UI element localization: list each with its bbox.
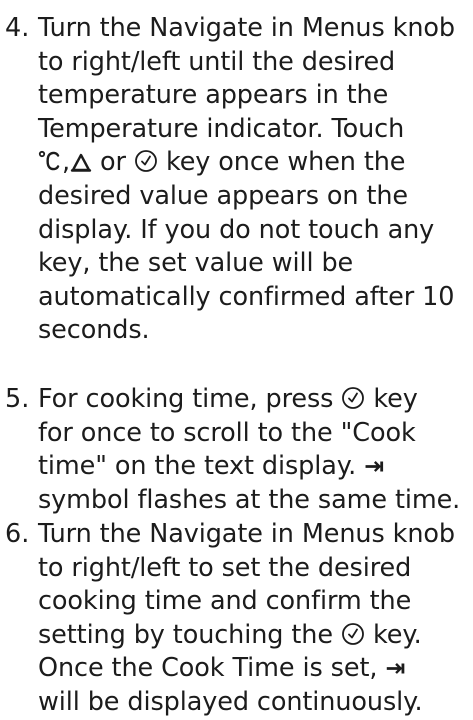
- clock-icon: [341, 386, 365, 410]
- instruction-page: 4. Turn the Navigate in Menus knob to ri…: [0, 0, 473, 717]
- step-line-with-icons: For cooking time, press key: [38, 383, 460, 417]
- step-line: desired value appears on the: [38, 180, 409, 211]
- step-5: 5. For cooking time, press key for once …: [0, 383, 460, 517]
- step-line: Turn the Navigate in Menus knob: [38, 13, 455, 43]
- step-line: cooking time and confirm the: [38, 586, 412, 617]
- step-text: For cooking time, press: [38, 384, 334, 414]
- step-text: key.: [372, 619, 422, 650]
- comma-text: ,: [62, 147, 71, 178]
- step-line: key, the set value will be: [38, 248, 354, 279]
- step-line-with-icons: time" on the text display. ⇥: [38, 450, 460, 484]
- step-line: temperature appears in the: [38, 80, 389, 111]
- step-line: for once to scroll to the "Cook: [38, 417, 416, 448]
- step-line: display. If you do not touch any: [38, 214, 435, 245]
- clock-icon: [341, 622, 365, 646]
- step-line: to right/left until the desired: [38, 46, 396, 77]
- or-text: or: [100, 147, 126, 178]
- step-line-with-icons: setting by touching the key.: [38, 619, 455, 653]
- step-line: automatically confirmed after 10: [38, 281, 455, 312]
- cook-time-arrow-icon: ⇥: [364, 452, 385, 481]
- step-line-with-icons: , or key once when the: [38, 146, 455, 180]
- clock-icon: [134, 149, 158, 173]
- step-text: key once when the: [165, 147, 406, 178]
- step-text: key: [373, 384, 418, 414]
- step-4: 4. Turn the Navigate in Menus knob to ri…: [0, 12, 455, 348]
- step-line: symbol flashes at the same time.: [38, 484, 461, 515]
- step-line: Turn the Navigate in Menus knob: [38, 519, 455, 549]
- step-6: 6. Turn the Navigate in Menus knob to ri…: [0, 518, 455, 720]
- step-line-with-icons: Once the Cook Time is set, ⇥: [38, 652, 455, 686]
- bell-icon: [70, 151, 92, 173]
- step-number: 6.: [5, 519, 30, 549]
- step-text: time" on the text display.: [38, 451, 357, 482]
- cook-time-arrow-icon: ⇥: [385, 654, 406, 683]
- step-text: setting by touching the: [38, 619, 333, 650]
- temperature-celsius-icon: [38, 149, 62, 173]
- step-text: Once the Cook Time is set,: [38, 653, 378, 684]
- step-line: Temperature indicator. Touch: [38, 113, 405, 144]
- step-number: 4.: [5, 13, 30, 43]
- step-line: seconds.: [38, 315, 150, 346]
- step-line: will be displayed continuously.: [38, 686, 423, 717]
- step-number: 5.: [5, 384, 30, 414]
- step-line: to right/left to set the desired: [38, 552, 412, 583]
